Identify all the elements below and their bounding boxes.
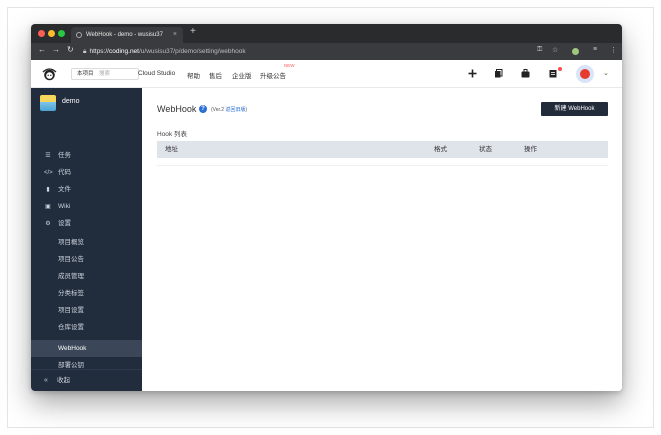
project-scope-label: 本项目 (77, 71, 94, 77)
nav-help[interactable]: 帮助 (187, 70, 200, 80)
hook-table-header: 地址 格式 状态 操作 (157, 141, 608, 158)
hook-table-body (157, 158, 608, 166)
url-field[interactable]: 🔒︎ https://coding.net/u/wusisu37/p/demo/s… (83, 45, 553, 58)
back-icon[interactable]: ← (38, 45, 46, 54)
double-chevron-left-icon: « (44, 377, 48, 384)
new-tab-button[interactable]: + (190, 26, 196, 37)
sidebar-collapse-button[interactable]: « 收起 (31, 369, 142, 391)
browser-window: WebHook - demo - wusisu37 × + ← → ↻ 🔒︎ ht… (31, 24, 622, 391)
tab-close-icon[interactable]: × (173, 27, 177, 43)
cast-icon[interactable]: ≡ (593, 46, 597, 53)
sidebar-item-label: Wiki (58, 203, 71, 210)
page-title: WebHook (157, 104, 197, 114)
extension-icon[interactable] (572, 48, 579, 55)
project-search[interactable]: 本项目 搜索 (71, 68, 139, 80)
new-badge: NEW (284, 63, 295, 68)
tab-title: WebHook - demo - wusisu37 (86, 32, 163, 38)
sidebar-item-label: 任务 (58, 152, 71, 159)
wiki-icon: ▣ (45, 204, 51, 210)
hook-list-label: Hook 列表 (157, 131, 187, 138)
sidebar-subitem-label: 项目公告 (58, 256, 84, 263)
avatar-image (580, 69, 590, 79)
sidebar-item-settings[interactable]: ⚙ 设置 (31, 216, 142, 232)
legacy-version-link[interactable]: 返回旧版 (225, 107, 245, 113)
project-name: demo (62, 98, 80, 105)
sidebar-subitem-label: WebHook (58, 345, 87, 352)
code-icon: </> (44, 170, 53, 176)
project-avatar (40, 95, 56, 111)
maximize-window-button[interactable] (58, 30, 65, 37)
project-sidebar: demo ☰ 任务 </> 代码 ▮ 文件 ▣ Wiki ⚙ 设置 项目概览 项… (31, 88, 142, 391)
column-status: 状态 (479, 146, 492, 153)
sidebar-subitem-label: 仓库设置 (58, 324, 84, 331)
forward-icon[interactable]: → (52, 45, 60, 54)
url-scheme: https:// (89, 48, 109, 55)
close-window-button[interactable] (38, 30, 45, 37)
nav-cloud-studio[interactable]: Cloud Studio (138, 70, 175, 77)
sidebar-item-tasks[interactable]: ☰ 任务 (31, 148, 142, 164)
app-header: 本项目 搜索 Cloud Studio 帮助 售后 企业版 升级公告 NEW ⌄ (31, 60, 622, 88)
version-suffix: ) (245, 107, 248, 113)
coding-logo-icon[interactable] (42, 67, 57, 81)
sidebar-subitem-labels[interactable]: 分类标签 (31, 285, 142, 302)
minimize-window-button[interactable] (48, 30, 55, 37)
star-icon[interactable]: ☆ (552, 46, 558, 54)
menu-icon[interactable]: ⋮ (610, 46, 617, 54)
sidebar-subitem-label: 成员管理 (58, 273, 84, 280)
settings-icon: ⚙ (45, 221, 51, 227)
plus-icon[interactable] (468, 69, 477, 78)
sidebar-subitem-members[interactable]: 成员管理 (31, 268, 142, 285)
browser-tab-bar: WebHook - demo - wusisu37 × + (31, 24, 622, 43)
sidebar-subitem-repo-settings[interactable]: 仓库设置 (31, 319, 142, 336)
browser-address-bar: ← → ↻ 🔒︎ https://coding.net/u/wusisu37/p/… (31, 43, 622, 60)
sidebar-item-files[interactable]: ▮ 文件 (31, 182, 142, 198)
main-content: WebHook ? (Ver.2 返回旧版) 新建 WebHook Hook 列… (142, 88, 622, 391)
task-icon: ☰ (45, 153, 51, 159)
url-host: coding.net (108, 48, 139, 55)
nav-upgrade-notice[interactable]: 升级公告 (260, 70, 286, 80)
nav-aftersales[interactable]: 售后 (209, 70, 222, 80)
sidebar-subitem-label: 分类标签 (58, 290, 84, 297)
browser-tab[interactable]: WebHook - demo - wusisu37 × (71, 27, 183, 43)
new-webhook-button[interactable]: 新建 WebHook (541, 102, 608, 116)
column-actions: 操作 (524, 146, 537, 153)
notification-icon[interactable] (549, 69, 558, 78)
briefcase-icon[interactable] (521, 69, 530, 78)
chevron-down-icon[interactable]: ⌄ (603, 69, 609, 77)
notification-dot (558, 67, 562, 71)
sidebar-subitem-project-settings[interactable]: 项目设置 (31, 302, 142, 319)
file-icon: ▮ (46, 187, 50, 193)
column-format: 格式 (434, 146, 447, 153)
user-avatar[interactable] (576, 65, 594, 83)
search-input[interactable]: 搜索 (99, 69, 110, 79)
sidebar-subitem-announcements[interactable]: 项目公告 (31, 251, 142, 268)
sidebar-item-code[interactable]: </> 代码 (31, 165, 142, 181)
sidebar-subitem-webhook[interactable]: WebHook (31, 340, 142, 357)
copy-icon[interactable] (494, 69, 503, 78)
column-address: 地址 (165, 146, 178, 153)
url-path: /u/wusisu37/p/demo/setting/webhook (138, 48, 246, 55)
version-note: (Ver.2 返回旧版) (211, 106, 247, 113)
sidebar-item-label: 文件 (58, 186, 71, 193)
collapse-label: 收起 (57, 377, 70, 384)
reload-icon[interactable]: ↻ (67, 45, 74, 54)
coding-favicon-icon (76, 32, 82, 38)
sidebar-item-label: 代码 (58, 169, 71, 176)
key-icon[interactable]: ⚿ (537, 46, 542, 54)
nav-enterprise[interactable]: 企业版 (232, 70, 252, 80)
sidebar-item-label: 设置 (58, 220, 71, 227)
version-prefix: (Ver.2 (211, 107, 226, 113)
sidebar-item-wiki[interactable]: ▣ Wiki (31, 199, 142, 215)
sidebar-subitem-label: 项目设置 (58, 307, 84, 314)
sidebar-subitem-label: 项目概览 (58, 239, 84, 246)
lock-icon: 🔒︎ (83, 48, 87, 55)
sidebar-subitem-overview[interactable]: 项目概览 (31, 234, 142, 251)
help-icon[interactable]: ? (199, 105, 207, 113)
